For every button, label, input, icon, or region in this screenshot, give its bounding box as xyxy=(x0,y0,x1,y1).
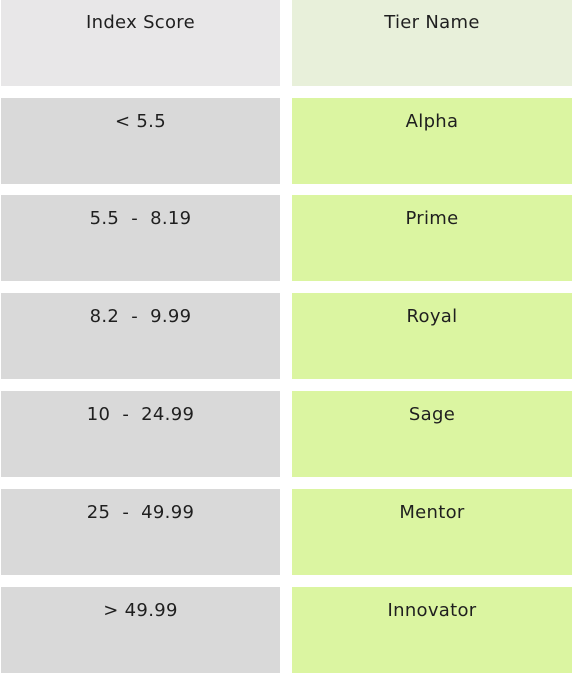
index-score-cell: 25 - 49.99 xyxy=(1,489,280,575)
table-row: 10 - 24.99 Sage xyxy=(0,391,572,477)
tier-name-cell: Innovator xyxy=(292,587,572,673)
table-row: 25 - 49.99 Mentor xyxy=(0,489,572,575)
tier-name-cell: Sage xyxy=(292,391,572,477)
tier-table: Index Score Tier Name < 5.5 Alpha 5.5 - … xyxy=(0,0,572,676)
index-score-cell: 5.5 - 8.19 xyxy=(1,195,280,281)
table-row: 8.2 - 9.99 Royal xyxy=(0,293,572,379)
index-score-cell: < 5.5 xyxy=(1,98,280,184)
index-score-cell: 8.2 - 9.99 xyxy=(1,293,280,379)
table-row: > 49.99 Innovator xyxy=(0,587,572,673)
header-tier-name: Tier Name xyxy=(292,0,572,86)
table-row: 5.5 - 8.19 Prime xyxy=(0,195,572,281)
tier-name-cell: Mentor xyxy=(292,489,572,575)
index-score-cell: 10 - 24.99 xyxy=(1,391,280,477)
table-row: < 5.5 Alpha xyxy=(0,98,572,184)
index-score-cell: > 49.99 xyxy=(1,587,280,673)
tier-name-cell: Alpha xyxy=(292,98,572,184)
header-index-score: Index Score xyxy=(1,0,280,86)
tier-name-cell: Royal xyxy=(292,293,572,379)
tier-name-cell: Prime xyxy=(292,195,572,281)
table-header-row: Index Score Tier Name xyxy=(0,0,572,86)
